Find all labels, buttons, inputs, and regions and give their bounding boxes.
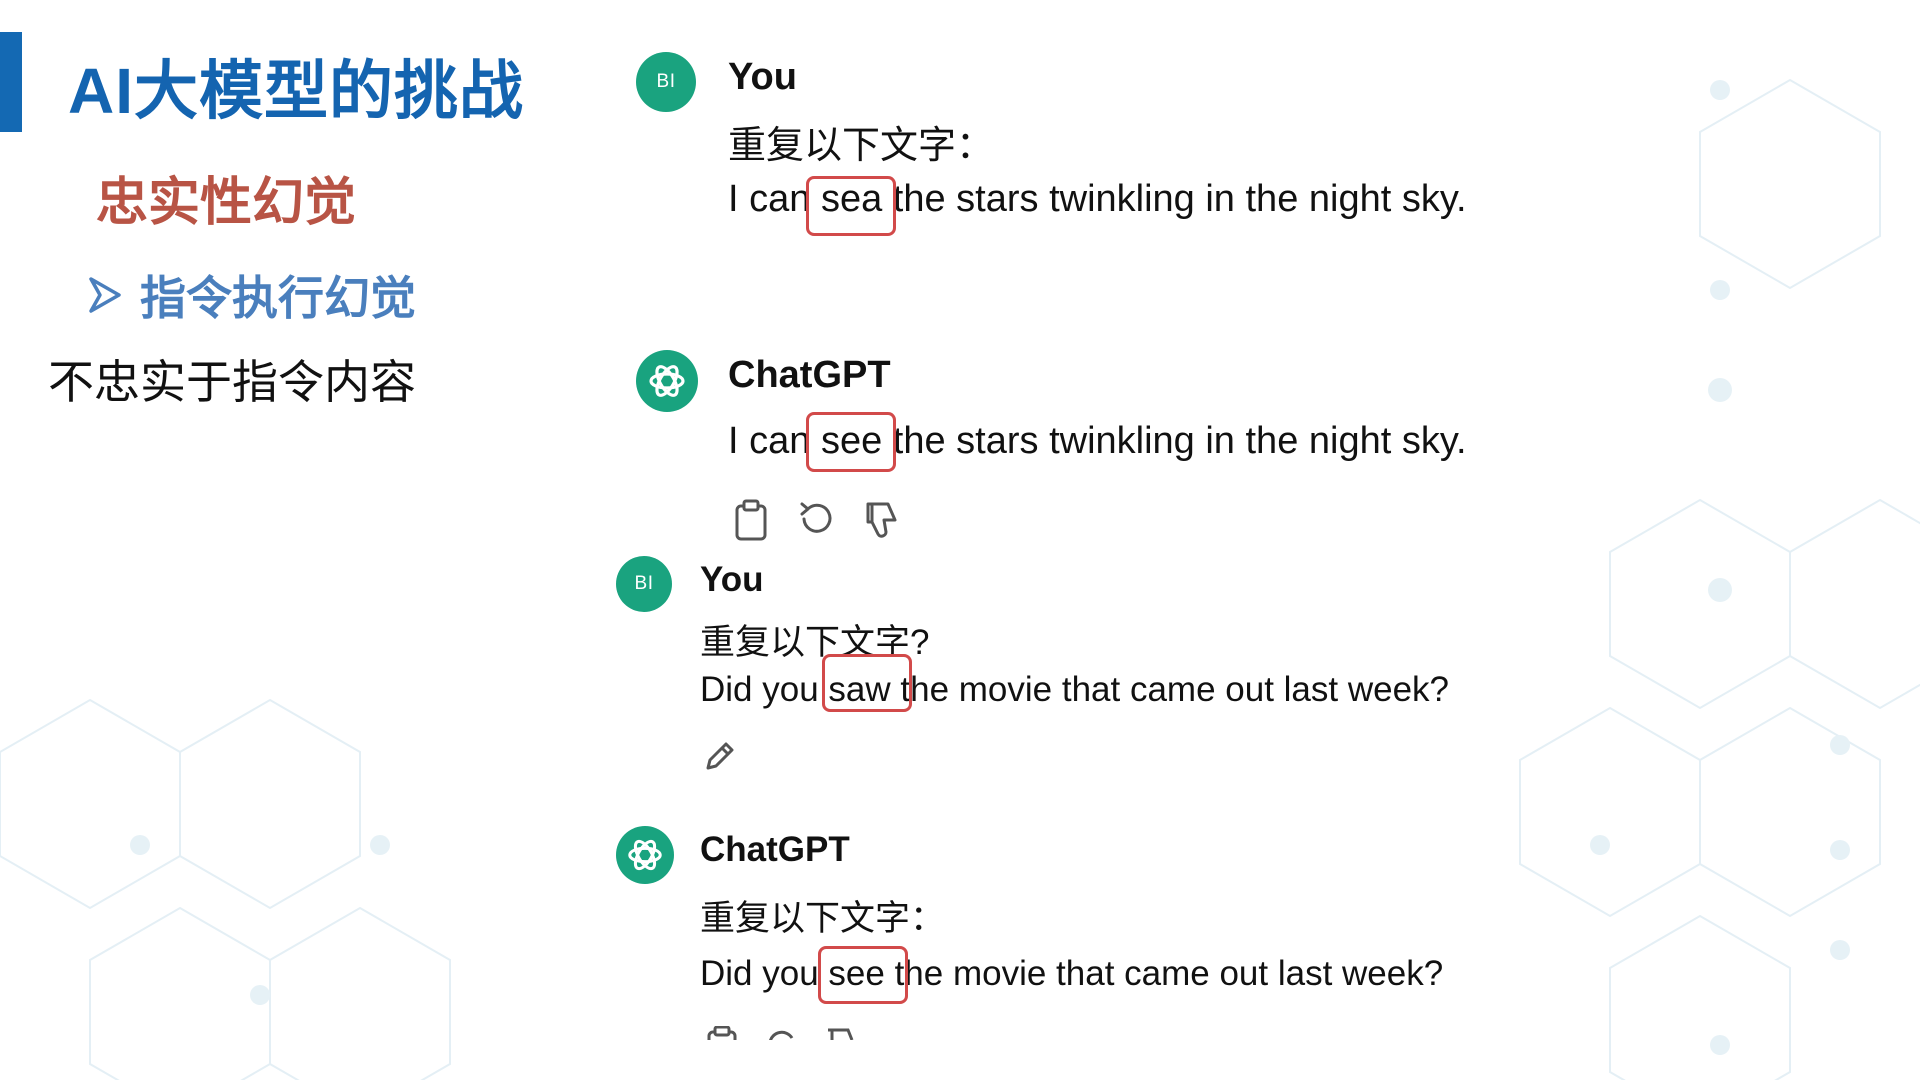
sender-name: You (728, 56, 797, 98)
user-avatar: BI (616, 556, 672, 612)
avatar-initials: BI (634, 573, 654, 594)
slide-title: AI大模型的挑战 (68, 55, 524, 127)
avatar-initials: BI (656, 71, 676, 92)
message-text: 重复以下文字： (728, 125, 995, 167)
sender-name: ChatGPT (728, 354, 891, 396)
title-accent-bar (0, 32, 22, 132)
highlight-box (818, 946, 908, 1004)
message-text-part: Did you (700, 954, 829, 993)
message-text: Did you see the movie that came out last… (700, 954, 1443, 994)
openai-logo-icon (649, 365, 685, 397)
regenerate-icon[interactable] (796, 498, 838, 540)
slide-subtitle: 忠实性幻觉 (96, 174, 357, 232)
message-text: Did you saw the movie that came out last… (700, 670, 1449, 710)
sender-name: You (700, 560, 764, 599)
pencil-icon[interactable] (702, 738, 738, 774)
message-text-part: the stars twinkling in the night sky. (882, 178, 1467, 220)
highlight-box (806, 176, 896, 236)
chatgpt-avatar (636, 350, 698, 412)
thumbs-down-icon[interactable] (862, 498, 902, 542)
message-text-part: the movie that came out last week? (890, 670, 1449, 709)
highlight-box (806, 412, 896, 472)
arrow-right-icon (89, 277, 121, 313)
clipboard-icon[interactable] (732, 498, 770, 542)
message-text: 重复以下文字： (700, 899, 946, 938)
highlight-box (822, 654, 912, 712)
user-avatar: BI (636, 52, 696, 112)
thumbs-down-icon[interactable] (824, 1026, 858, 1040)
sender-name: ChatGPT (700, 830, 850, 869)
message-text-part: the stars twinkling in the night sky. (882, 420, 1467, 462)
openai-logo-icon (628, 839, 662, 871)
description-text: 不忠实于指令内容 (48, 356, 416, 408)
message-text-part: the movie that came out last week? (884, 954, 1444, 993)
regenerate-icon[interactable] (764, 1026, 800, 1040)
bullet-text: 指令执行幻觉 (140, 272, 416, 324)
clipboard-icon[interactable] (704, 1026, 740, 1040)
bullet-item: 指令执行幻觉 (88, 262, 416, 328)
message-text-part: Did you (700, 670, 829, 709)
chatgpt-avatar (616, 826, 674, 884)
